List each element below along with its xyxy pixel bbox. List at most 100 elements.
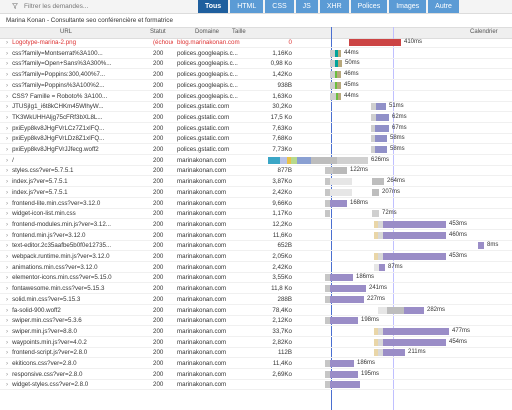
timing-bar-segment (383, 349, 405, 357)
timing-bar-segment (330, 188, 352, 196)
request-domain: marinakonan.com (177, 253, 227, 260)
request-time: 72ms (382, 210, 397, 217)
timing-bar-segment (372, 210, 379, 218)
tab-css[interactable]: CSS (265, 0, 294, 13)
tab-autre[interactable]: Autre (428, 0, 459, 13)
request-time: 44ms (344, 49, 359, 56)
request-status: 200 (153, 167, 164, 175)
request-url: text-editor.2c35aafbe5b0f0e12735... (6, 242, 144, 249)
tab-polices[interactable]: Polices (350, 0, 388, 13)
request-size: 30,2Ko (272, 103, 292, 111)
request-domain: marinakonan.com (177, 274, 227, 282)
request-url: JTUSjIg1_i6t8kCHKm45WlhyW... (6, 103, 144, 110)
filter-input[interactable] (24, 2, 174, 11)
request-domain: marinakonan.com (177, 156, 227, 164)
column-url[interactable]: URL (60, 29, 72, 35)
request-row[interactable]: styles.css?ver=5.7.5.1 200 marinakonan.com… (0, 166, 512, 177)
request-row[interactable]: TK3WkUHHAljg75cFRf3bXL8L... 200 polices.gs… (0, 113, 512, 123)
request-url: widget-styles.css?ver=2.8.0 (6, 381, 144, 388)
request-row[interactable]: ekiticons.css?ver=2.8.0 200 marinakonan.co… (0, 359, 512, 369)
request-time: 453ms (449, 253, 468, 259)
request-size: 12,2Ko (272, 220, 292, 228)
request-row[interactable]: swiper.min.js?ver=8.8.0 200 marinakonan.co… (0, 327, 512, 337)
request-domain: polices.googleapis.c... (177, 60, 238, 68)
request-url: widget-icon-list.min.css (6, 210, 144, 217)
request-row[interactable]: responsive.css?ver=2.8.0 200 marinakonan.c… (0, 370, 512, 380)
request-time: 195ms (361, 370, 380, 377)
request-row[interactable]: pxiEyp8kv8JHgFVrJJfecg.woff2 200 polices.g… (0, 145, 512, 155)
request-row[interactable]: css?family=Poppins%3A100%2... 200 polices.… (0, 81, 512, 91)
timing-bar-segment (383, 327, 449, 335)
request-domain: marinakonan.com (177, 338, 227, 346)
timing-bar-segment (330, 295, 364, 303)
request-row[interactable]: solid.min.css?ver=5.15.3 200 marinakonan.c… (0, 295, 512, 305)
request-row[interactable]: frontend-script.js?ver=2.8.0 200 marinakon… (0, 348, 512, 359)
request-size: 2,12Ko (272, 317, 292, 325)
request-row[interactable]: frontend-modules.min.js?ver=3.12... 200 ma… (0, 220, 512, 230)
request-time: 46ms (344, 71, 359, 78)
request-time: 186ms (356, 274, 375, 281)
request-row[interactable]: webpack.runtime.min.js?ver=3.12.0 200 mari… (0, 252, 512, 262)
tab-xhr[interactable]: XHR (319, 0, 349, 13)
request-row[interactable]: css?family=Open+Sans%3A300%... 200 polices… (0, 59, 512, 70)
request-row[interactable]: widget-styles.css?ver=2.8.0 200 marinakona… (0, 380, 512, 391)
request-row[interactable]: index.js?ver=5.7.5.1 200 marinakonan.com 3,… (0, 177, 512, 188)
request-row[interactable]: index.js?ver=5.7.5.1 200 marinakonan.com 2,… (0, 188, 512, 198)
request-status: 200 (153, 306, 164, 314)
tab-tous[interactable]: Tous (198, 0, 229, 13)
request-row[interactable]: elementor-icons.min.css?ver=5.15.0 200 mar… (0, 273, 512, 284)
request-status: 200 (153, 146, 164, 153)
request-url: Logotype-marina-2.png (6, 39, 144, 46)
request-domain: marinakonan.com (177, 167, 227, 175)
request-status: 200 (153, 135, 164, 143)
request-time: 227ms (367, 295, 386, 302)
timing-bar-segment (325, 167, 333, 175)
request-row[interactable]: animations.min.css?ver=3.12.0 200 marinako… (0, 263, 512, 273)
request-row[interactable]: Logotype-marina-2.png (échoué) blog.marina… (0, 38, 512, 48)
tab-js[interactable]: JS (295, 0, 318, 13)
timing-bar-segment (349, 39, 401, 46)
request-time: 207ms (382, 188, 401, 195)
request-row[interactable]: pxiEyp8kv8JHgFVrLCz7Z1xlFQ... 200 polices.… (0, 124, 512, 134)
request-row[interactable]: fa-solid-900.woff2 200 marinakonan.com 78,4… (0, 306, 512, 316)
tab-html[interactable]: HTML (230, 0, 264, 13)
request-row[interactable]: swiper.min.css?ver=5.3.6 200 marinakonan.c… (0, 316, 512, 327)
request-row[interactable]: css?family=Poppins:300,400%7... 200 police… (0, 70, 512, 81)
request-row[interactable]: fontawesome.min.css?ver=5.15.3 200 marinak… (0, 284, 512, 295)
request-row[interactable]: JTUSjIg1_i6t8kCHKm45WlhyW... 200 polices.g… (0, 102, 512, 113)
column-size[interactable]: Taille (232, 29, 246, 35)
timing-bar-segment (311, 156, 337, 164)
request-size: 33,7Ko (272, 327, 292, 335)
request-domain: polices.googleapis.c... (177, 49, 238, 57)
request-size: 1,42Ko (272, 71, 292, 79)
request-domain: marinakonan.com (177, 317, 227, 325)
request-row[interactable]: frontend.min.js?ver=3.12.0 200 marinakonan… (0, 231, 512, 241)
request-size: 0,98 Ko (270, 60, 292, 68)
request-row[interactable]: text-editor.2c35aafbe5b0f0e12735... 200 ma… (0, 241, 512, 252)
timing-bar-segment (376, 113, 389, 121)
column-domain[interactable]: Domaine (195, 29, 219, 35)
request-row[interactable]: css?family=Montserrat%3A100... 200 polices… (0, 49, 512, 59)
request-domain: marinakonan.com (177, 231, 227, 239)
column-status[interactable]: Statut (150, 29, 166, 35)
request-row[interactable]: pxiEyp8kv8JHgFVrLDz8Z1xlFQ... 200 polices.… (0, 134, 512, 145)
request-url: css?family=Open+Sans%3A300%... (6, 60, 144, 67)
request-time: 67ms (392, 124, 407, 131)
request-size: 11,6Ko (272, 231, 292, 239)
request-row[interactable]: CSS? Famille = Roboto% 3A100... 200 police… (0, 92, 512, 102)
tab-bar: Tous HTML CSS JS XHR Polices Images Autr… (198, 0, 461, 13)
request-time: 62ms (392, 113, 407, 120)
request-row[interactable]: widget-icon-list.min.css 200 marinakonan.c… (0, 209, 512, 220)
request-url: animations.min.css?ver=3.12.0 (6, 264, 144, 271)
request-time: 453ms (449, 220, 468, 227)
request-row[interactable]: /200marinakonan.com28,6KB626ms (0, 156, 512, 166)
request-status: 200 (153, 370, 164, 378)
request-row[interactable]: frontend-lite.min.css?ver=3.12.0 200 marin… (0, 199, 512, 209)
request-status: 200 (153, 210, 164, 218)
tab-images[interactable]: Images (389, 0, 427, 13)
column-timeline[interactable]: Calendrier (470, 29, 498, 35)
request-row[interactable]: waypoints.min.js?ver=4.0.2 200 marinakonan… (0, 338, 512, 348)
request-status: 200 (153, 156, 164, 164)
request-status: 200 (153, 360, 164, 367)
timing-bar-segment (375, 146, 387, 153)
